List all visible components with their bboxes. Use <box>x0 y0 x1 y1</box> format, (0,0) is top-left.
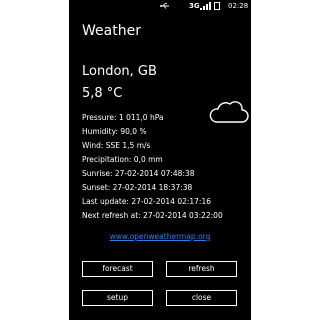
phone-screen: 3G 02:28 Weather London, GB 5,8 °C Press… <box>69 0 251 320</box>
location-name: London, GB <box>82 64 157 79</box>
temperature-value: 5,8 °C <box>82 86 123 101</box>
usb-icon <box>160 3 169 9</box>
humidity-text: Humidity: 90,0 % <box>82 127 147 136</box>
sunset-text: Sunset: 27-02-2014 18:37:38 <box>82 183 193 192</box>
signal-icon <box>200 2 211 10</box>
battery-icon <box>214 2 220 10</box>
precipitation-text: Precipitation: 0,0 mm <box>82 155 163 164</box>
pressure-text: Pressure: 1 011,0 hPa <box>82 113 164 122</box>
refresh-button[interactable]: refresh <box>166 261 237 277</box>
next-refresh-text: Next refresh at: 27-02-2014 03:22:00 <box>82 211 223 220</box>
last-update-text: Last update: 27-02-2014 02:17:16 <box>82 197 211 206</box>
close-button[interactable]: close <box>166 290 237 306</box>
network-type: 3G <box>189 2 200 10</box>
weather-details: Pressure: 1 011,0 hPa Humidity: 90,0 % W… <box>82 111 232 223</box>
wind-text: Wind: SSE 1,5 m/s <box>82 141 151 150</box>
openweathermap-link[interactable]: www.openweathermap.org <box>69 232 251 241</box>
sunrise-text: Sunrise: 27-02-2014 07:48:38 <box>82 169 195 178</box>
status-bar: 3G 02:28 <box>69 0 251 12</box>
clock: 02:28 <box>228 2 249 10</box>
app-title: Weather <box>82 23 141 39</box>
setup-button[interactable]: setup <box>82 290 153 306</box>
forecast-button[interactable]: forecast <box>82 261 153 277</box>
